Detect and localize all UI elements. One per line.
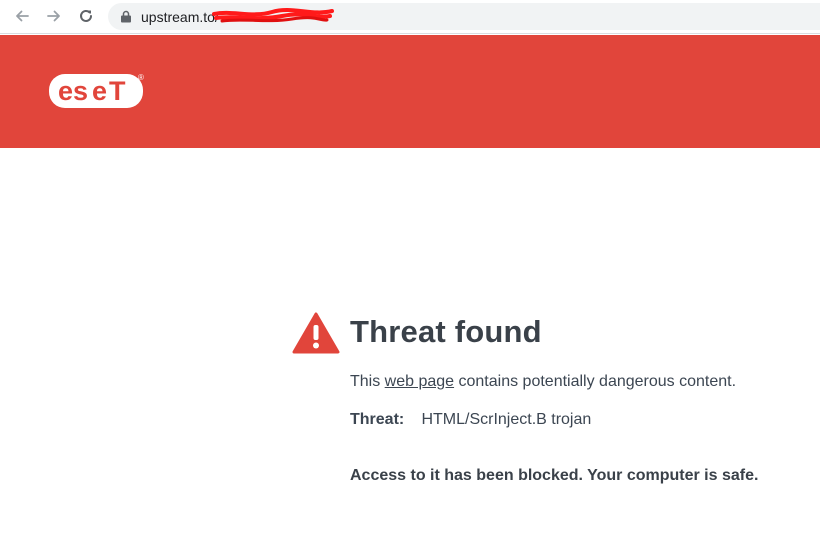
svg-text:e: e — [92, 76, 107, 106]
reload-icon — [80, 9, 92, 22]
threat-description: This web page contains potentially dange… — [350, 373, 736, 391]
web-page-link[interactable]: web page — [385, 373, 454, 390]
threat-value: HTML/ScrInject.B trojan — [421, 411, 592, 428]
warning-triangle-icon — [292, 312, 340, 354]
arrow-left-icon — [16, 10, 29, 22]
desc-suffix: contains potentially dangerous content. — [454, 373, 737, 390]
browser-toolbar: upstream.to/ — [0, 0, 820, 34]
forward-button[interactable] — [42, 5, 66, 27]
arrow-right-icon — [47, 10, 60, 22]
eset-logo: es e T ® — [49, 73, 144, 108]
svg-text:es: es — [58, 76, 88, 106]
brand-banner: es e T ® — [0, 35, 820, 148]
blocked-message: Access to it has been blocked. Your comp… — [350, 467, 759, 484]
page-title: Threat found — [350, 314, 542, 349]
lock-icon — [121, 10, 131, 23]
threat-row: Threat: HTML/ScrInject.B trojan — [350, 411, 591, 429]
back-button[interactable] — [10, 5, 34, 27]
desc-prefix: This — [350, 373, 385, 390]
url-text: upstream.to/ — [141, 9, 219, 25]
svg-text:®: ® — [138, 73, 144, 82]
svg-text:T: T — [109, 76, 126, 106]
redaction-scribble — [212, 8, 334, 23]
threat-label: Threat: — [350, 411, 405, 428]
reload-button[interactable] — [74, 5, 98, 27]
